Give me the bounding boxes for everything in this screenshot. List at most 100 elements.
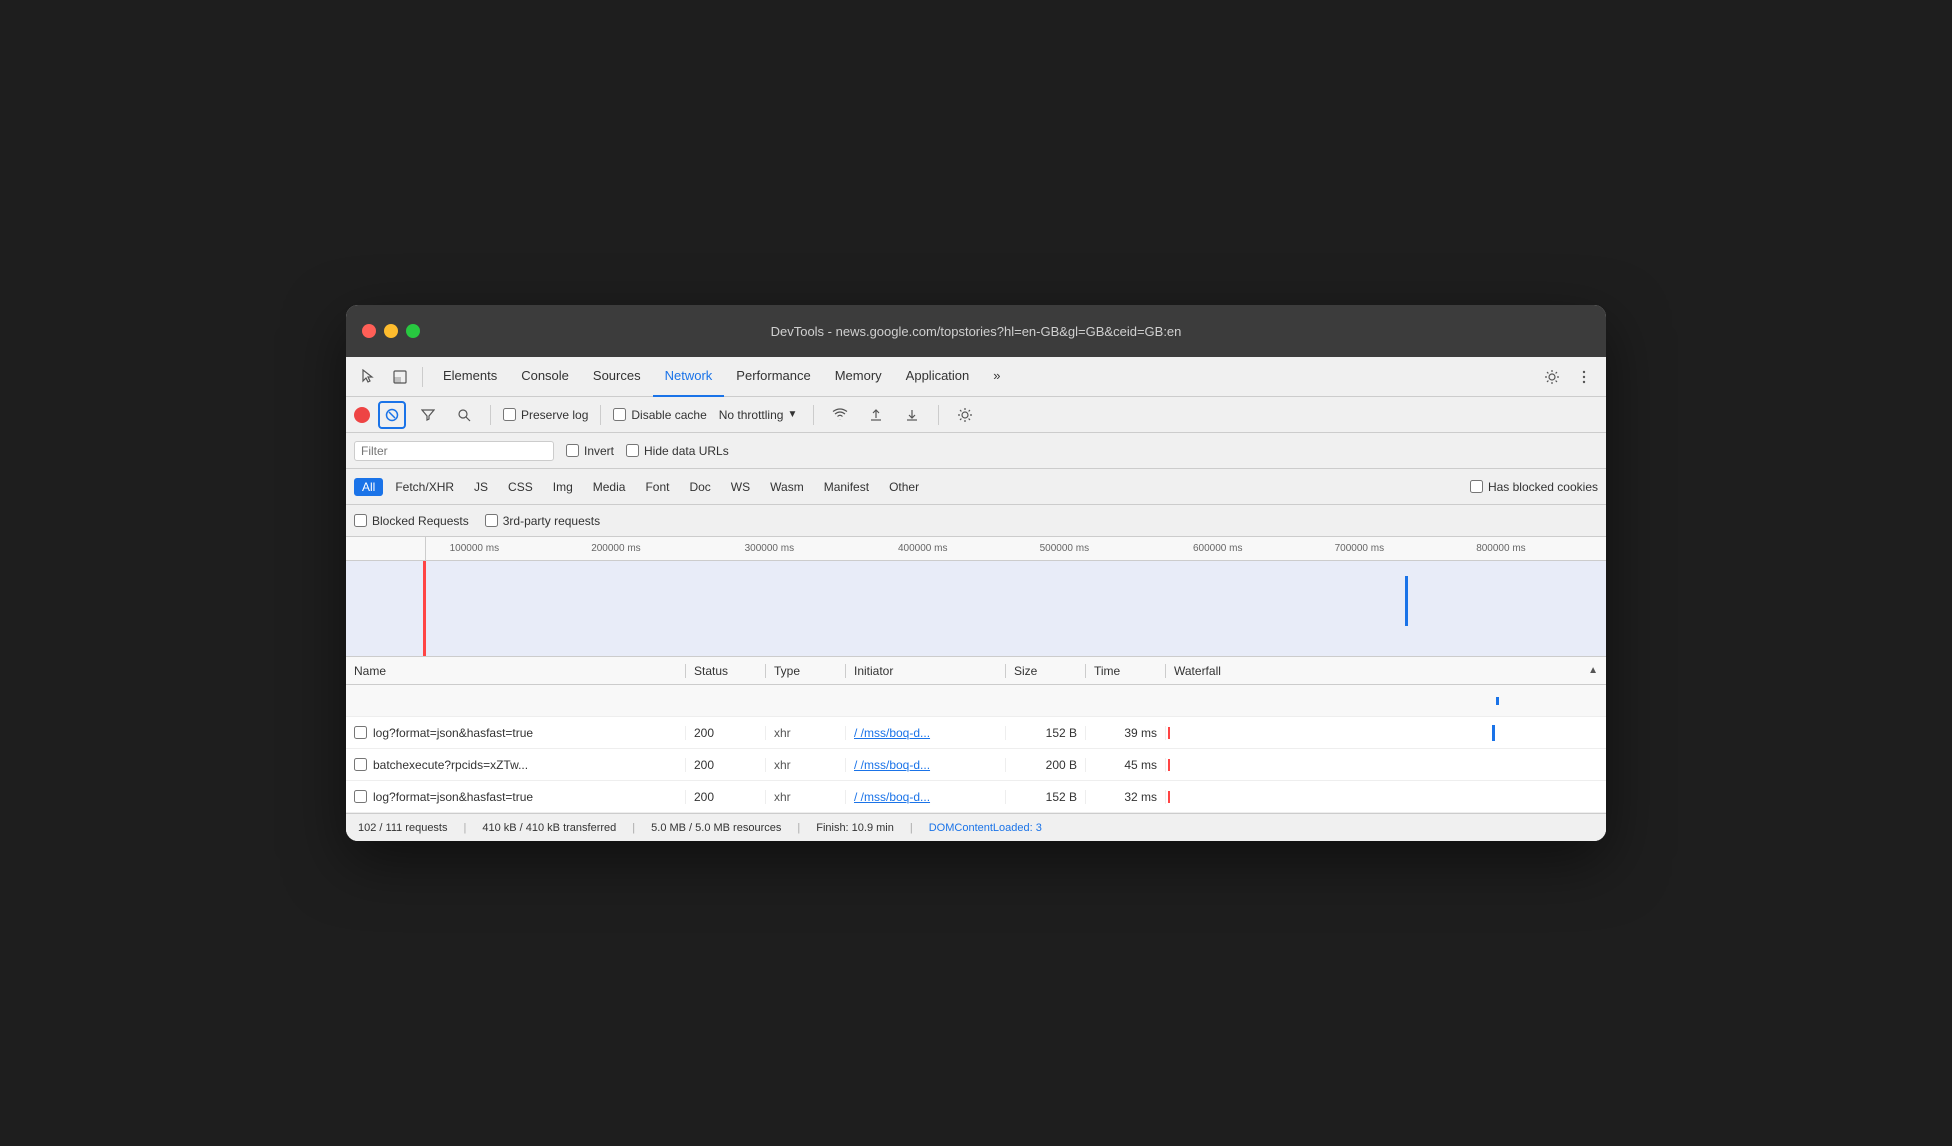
hide-data-urls-checkbox[interactable] (626, 444, 639, 457)
type-filter-media[interactable]: Media (585, 478, 634, 496)
close-button[interactable] (362, 324, 376, 338)
timeline-bar-blue (1405, 576, 1408, 626)
download-icon-btn[interactable] (898, 401, 926, 429)
tab-console[interactable]: Console (509, 357, 581, 397)
blocked-requests-checkbox-label[interactable]: Blocked Requests (354, 514, 469, 528)
statusbar-sep3: | (797, 822, 800, 834)
tab-network[interactable]: Network (653, 357, 725, 397)
blocked-requests-checkbox[interactable] (354, 514, 367, 527)
has-blocked-cookies-checkbox[interactable] (1470, 480, 1483, 493)
td-initiator-1[interactable]: / /mss/boq-d... (846, 758, 1006, 772)
td-status-2: 200 (686, 790, 766, 804)
dock-icon-btn[interactable] (386, 363, 414, 391)
th-size: Size (1006, 664, 1086, 678)
wifi-icon-btn[interactable] (826, 401, 854, 429)
invert-checkbox-label[interactable]: Invert (566, 444, 614, 458)
type-filter-ws[interactable]: WS (723, 478, 758, 496)
more-tabs-btn[interactable]: » (981, 357, 1012, 397)
third-party-checkbox[interactable] (485, 514, 498, 527)
has-blocked-cookies-label: Has blocked cookies (1470, 480, 1598, 494)
preserve-log-checkbox-label[interactable]: Preserve log (503, 408, 588, 422)
tab-sources[interactable]: Sources (581, 357, 653, 397)
type-filter-wasm[interactable]: Wasm (762, 478, 812, 496)
td-initiator-0[interactable]: / /mss/boq-d... (846, 726, 1006, 740)
devtools-window: DevTools - news.google.com/topstories?hl… (346, 305, 1606, 841)
minimize-button[interactable] (384, 324, 398, 338)
statusbar-resources: 5.0 MB / 5.0 MB resources (651, 822, 781, 834)
th-name: Name (346, 664, 686, 678)
td-size-2: 152 B (1006, 790, 1086, 804)
hide-data-urls-checkbox-label[interactable]: Hide data URLs (626, 444, 729, 458)
timeline-header-spacer (346, 537, 426, 560)
table-row-1[interactable]: batchexecute?rpcids=xZTw... 200 xhr / /m… (346, 749, 1606, 781)
td-initiator-2[interactable]: / /mss/boq-d... (846, 790, 1006, 804)
filter-input-wrap[interactable] (354, 441, 554, 461)
clear-button[interactable] (378, 401, 406, 429)
upload-icon-btn[interactable] (862, 401, 890, 429)
waterfall-bar-blue-0 (1492, 725, 1495, 741)
third-party-checkbox-label[interactable]: 3rd-party requests (485, 514, 600, 528)
toolbar-separator3 (813, 405, 814, 425)
timeline-mark-4: 400000 ms (898, 543, 947, 554)
network-settings-icon-btn[interactable] (951, 401, 979, 429)
td-name-1: batchexecute?rpcids=xZTw... (346, 758, 686, 772)
preserve-log-checkbox[interactable] (503, 408, 516, 421)
blocked-requests-row: Blocked Requests 3rd-party requests (346, 505, 1606, 537)
timeline-graph (426, 561, 1606, 657)
td-status-1: 200 (686, 758, 766, 772)
type-filter-all[interactable]: All (354, 478, 383, 496)
type-filter-js[interactable]: JS (466, 478, 496, 496)
th-initiator: Initiator (846, 664, 1006, 678)
td-name-0: log?format=json&hasfast=true (346, 726, 686, 740)
filter-icon-btn[interactable] (414, 401, 442, 429)
td-name-2: log?format=json&hasfast=true (346, 790, 686, 804)
timeline-mark-1: 100000 ms (450, 543, 499, 554)
td-waterfall-2 (1166, 781, 1606, 812)
type-filter-doc[interactable]: Doc (681, 478, 718, 496)
statusbar-sep4: | (910, 822, 913, 834)
filter-input[interactable] (361, 444, 547, 458)
disable-cache-checkbox-label[interactable]: Disable cache (613, 408, 706, 422)
timeline-area: 100000 ms 200000 ms 300000 ms 400000 ms … (346, 537, 1606, 657)
disable-cache-checkbox[interactable] (613, 408, 626, 421)
timeline-mark-7: 700000 ms (1335, 543, 1384, 554)
type-filter-manifest[interactable]: Manifest (816, 478, 877, 496)
row-checkbox-0[interactable] (354, 726, 367, 739)
timeline-body (346, 561, 1606, 657)
maximize-button[interactable] (406, 324, 420, 338)
td-time-1: 45 ms (1086, 758, 1166, 772)
timeline-mark-2: 200000 ms (591, 543, 640, 554)
tab-elements[interactable]: Elements (431, 357, 509, 397)
timeline-marks: 100000 ms 200000 ms 300000 ms 400000 ms … (426, 537, 1606, 560)
invert-checkbox[interactable] (566, 444, 579, 457)
settings-icon-btn[interactable] (1538, 363, 1566, 391)
timeline-mark-8: 800000 ms (1476, 543, 1525, 554)
type-filter-other[interactable]: Other (881, 478, 927, 496)
table-row-placeholder[interactable] (346, 685, 1606, 717)
waterfall-bar-red-0 (1168, 727, 1170, 739)
type-filter-font[interactable]: Font (637, 478, 677, 496)
type-filter-fetch-xhr[interactable]: Fetch/XHR (387, 478, 462, 496)
devtools-body: Elements Console Sources Network Perform… (346, 357, 1606, 841)
record-button[interactable] (354, 407, 370, 423)
type-filter-img[interactable]: Img (545, 478, 581, 496)
tab-application[interactable]: Application (894, 357, 982, 397)
table-row-0[interactable]: log?format=json&hasfast=true 200 xhr / /… (346, 717, 1606, 749)
titlebar: DevTools - news.google.com/topstories?hl… (346, 305, 1606, 357)
tab-memory[interactable]: Memory (823, 357, 894, 397)
throttle-select[interactable]: No throttling ▼ (715, 406, 802, 424)
td-type-0: xhr (766, 726, 846, 740)
row-checkbox-2[interactable] (354, 790, 367, 803)
more-options-icon-btn[interactable] (1570, 363, 1598, 391)
tab-performance[interactable]: Performance (724, 357, 822, 397)
td-type-2: xhr (766, 790, 846, 804)
search-icon-btn[interactable] (450, 401, 478, 429)
td-size-0: 152 B (1006, 726, 1086, 740)
td-waterfall-0 (1166, 717, 1606, 748)
statusbar: 102 / 111 requests | 410 kB / 410 kB tra… (346, 813, 1606, 841)
table-row-2[interactable]: log?format=json&hasfast=true 200 xhr / /… (346, 781, 1606, 813)
pointer-icon-btn[interactable] (354, 363, 382, 391)
type-filter-css[interactable]: CSS (500, 478, 541, 496)
th-waterfall[interactable]: Waterfall ▲ (1166, 664, 1606, 678)
row-checkbox-1[interactable] (354, 758, 367, 771)
